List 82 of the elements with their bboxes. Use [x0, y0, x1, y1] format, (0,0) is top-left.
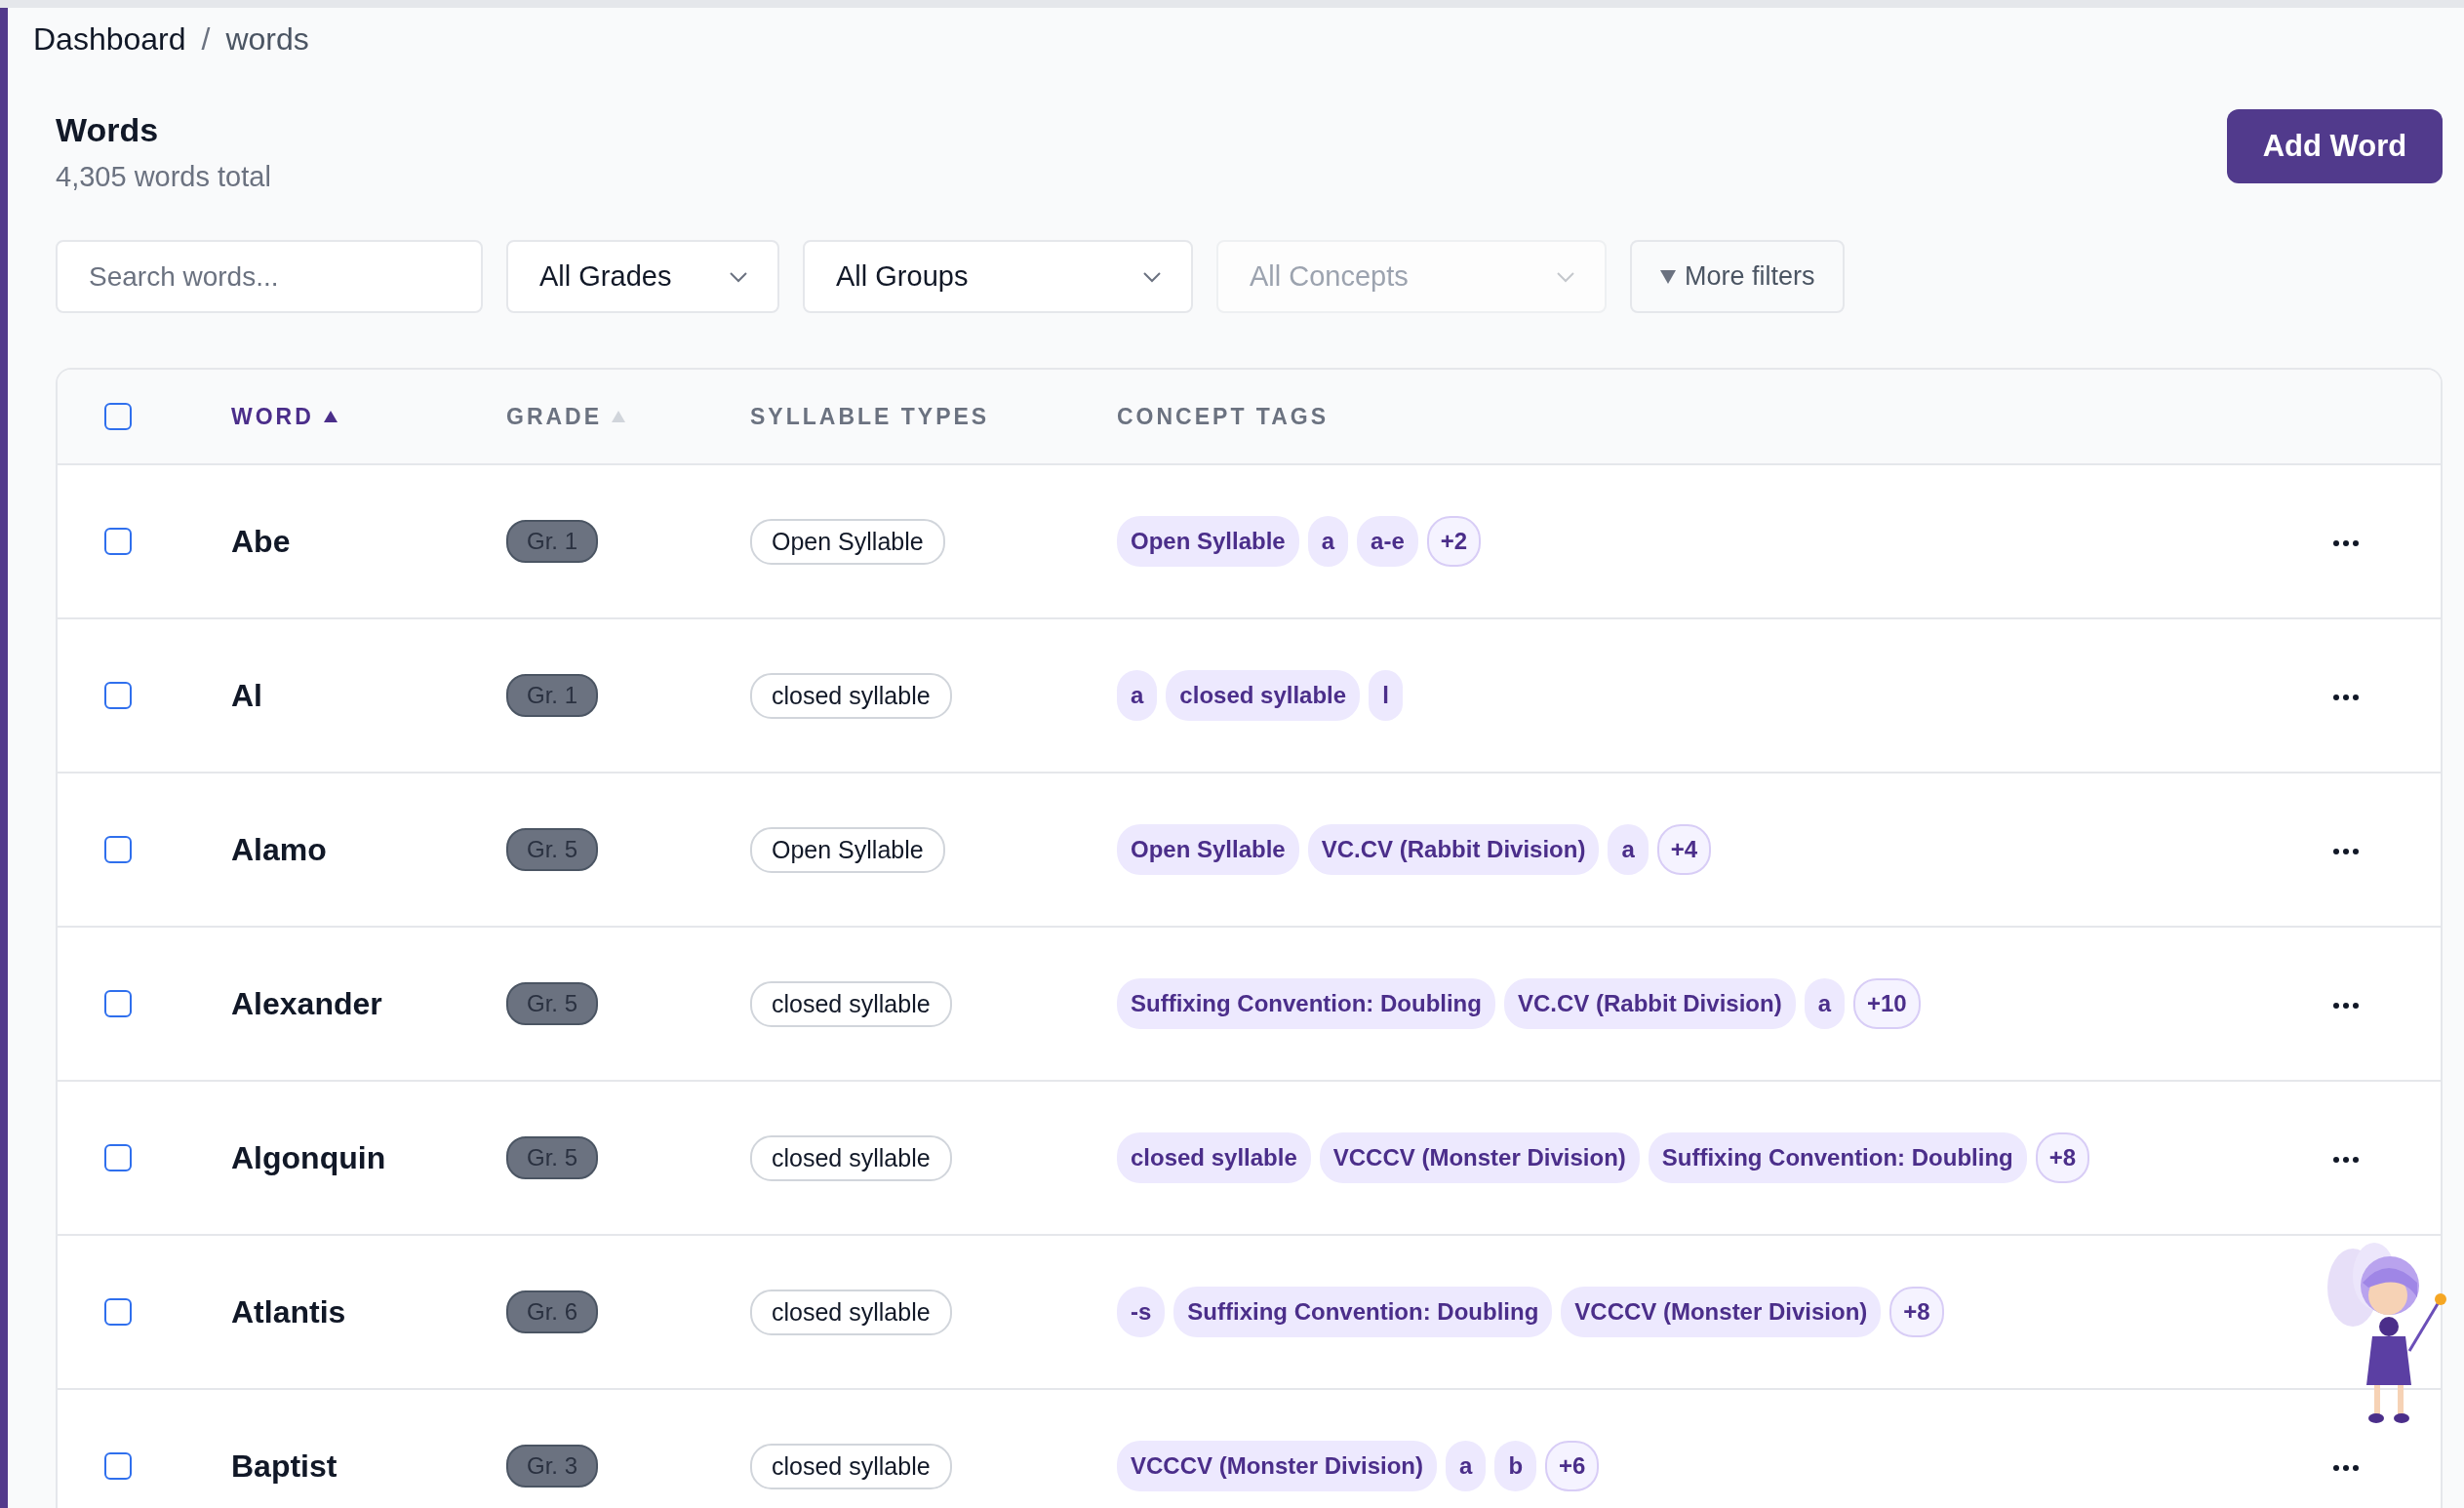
word-cell: Alexander [231, 985, 382, 1021]
concept-tag: Suffixing Convention: Doubling [1117, 978, 1495, 1029]
grade-badge: Gr. 1 [506, 674, 599, 717]
concept-tag: closed syllable [1117, 1132, 1311, 1183]
search-field[interactable]: Search words... [56, 240, 483, 313]
syllable-type-tag: closed syllable [750, 672, 952, 719]
grade-badge: Gr. 1 [506, 520, 599, 563]
concept-tag: a [1608, 824, 1649, 875]
concept-tag: VC.CV (Rabbit Division) [1307, 824, 1600, 875]
more-options-icon[interactable] [2333, 540, 2359, 546]
row-checkbox[interactable] [104, 1452, 132, 1480]
row-checkbox[interactable] [104, 1144, 132, 1171]
sortable-column-header[interactable]: GRADE [506, 403, 626, 430]
syllable-type-tag: closed syllable [750, 1134, 952, 1181]
more-options-icon[interactable] [2333, 1157, 2359, 1163]
syllable-type-tag: Open Syllable [750, 518, 945, 565]
more-tags-badge[interactable]: +8 [1889, 1287, 1944, 1337]
sort-triangle-icon [612, 411, 626, 422]
word-cell: Alamo [231, 831, 327, 867]
column-header: CONCEPT TAGS [1117, 403, 1330, 430]
concept-tag: Open Syllable [1117, 824, 1299, 875]
row-checkbox[interactable] [104, 990, 132, 1017]
word-cell: Baptist [231, 1448, 338, 1484]
concept-tag: a [1307, 516, 1349, 567]
more-tags-badge[interactable]: +10 [1853, 978, 1921, 1029]
chevron-down-icon [1142, 270, 1162, 283]
word-cell: Al [231, 677, 262, 713]
concept-tag: b [1494, 1441, 1537, 1491]
more-tags-badge[interactable]: +8 [2035, 1132, 2090, 1183]
more-tags-badge[interactable]: +4 [1656, 824, 1712, 875]
more-options-icon[interactable] [2333, 1003, 2359, 1009]
more-options-icon[interactable] [2333, 694, 2359, 700]
syllable-type-tag: closed syllable [750, 1289, 952, 1335]
syllable-type-tag: closed syllable [750, 980, 952, 1027]
chevron-down-icon [1556, 270, 1575, 283]
syllable-type-tag: Open Syllable [750, 826, 945, 873]
row-checkbox[interactable] [104, 682, 132, 709]
grade-badge: Gr. 6 [506, 1290, 599, 1333]
word-cell: Atlantis [231, 1293, 346, 1329]
concept-tag: Open Syllable [1117, 516, 1299, 567]
word-cell: Abe [231, 523, 291, 559]
concept-tag: a-e [1357, 516, 1418, 567]
sortable-column-header[interactable]: WORD [231, 403, 338, 430]
concept-tag: VCCCV (Monster Division) [1561, 1287, 1882, 1337]
more-tags-badge[interactable]: +6 [1545, 1441, 1600, 1491]
page-title: Words [56, 111, 160, 149]
add-word-button[interactable]: Add Word [2227, 109, 2443, 183]
concept-tag: -s [1117, 1287, 1166, 1337]
concept-tag: VCCCV (Monster Division) [1319, 1132, 1640, 1183]
grade-badge: Gr. 5 [506, 1136, 599, 1179]
breadcrumb-link[interactable]: Dashboard [33, 21, 186, 58]
grade-badge: Gr. 5 [506, 828, 599, 871]
word-cell: Algonquin [231, 1139, 386, 1175]
breadcrumb-separator: / [201, 21, 211, 58]
more-filters-button[interactable]: More filters [1630, 240, 1845, 313]
row-checkbox[interactable] [104, 836, 132, 863]
concept-tag: VCCCV (Monster Division) [1117, 1441, 1438, 1491]
word-count: 4,305 words total [56, 161, 271, 193]
row-checkbox[interactable] [104, 1298, 132, 1326]
select-all-checkbox[interactable] [104, 403, 132, 430]
grade-badge: Gr. 3 [506, 1445, 599, 1488]
concept-tag: a [1446, 1441, 1487, 1491]
grade-badge: Gr. 5 [506, 982, 599, 1025]
more-options-icon[interactable] [2333, 1465, 2359, 1471]
row-checkbox[interactable] [104, 528, 132, 555]
more-tags-badge[interactable]: +2 [1426, 516, 1482, 567]
triangle-down-icon [1659, 268, 1677, 285]
concept-tag: Suffixing Convention: Doubling [1648, 1132, 2027, 1183]
concept-tag: Suffixing Convention: Doubling [1173, 1287, 1553, 1337]
chevron-down-icon [729, 270, 748, 283]
filter-dropdown[interactable]: All Grades [506, 240, 779, 313]
concept-tag: a [1117, 670, 1158, 721]
filter-dropdown[interactable]: All Groups [803, 240, 1193, 313]
concept-tag: closed syllable [1166, 670, 1361, 721]
breadcrumb-current: words [225, 21, 309, 58]
concept-tag: VC.CV (Rabbit Division) [1503, 978, 1796, 1029]
column-header: SYLLABLE TYPES [750, 403, 990, 430]
more-options-icon[interactable] [2333, 849, 2359, 854]
concept-tag: a [1804, 978, 1845, 1029]
sort-triangle-icon [323, 411, 338, 422]
concept-tag: l [1369, 670, 1403, 721]
syllable-type-tag: closed syllable [750, 1443, 952, 1489]
